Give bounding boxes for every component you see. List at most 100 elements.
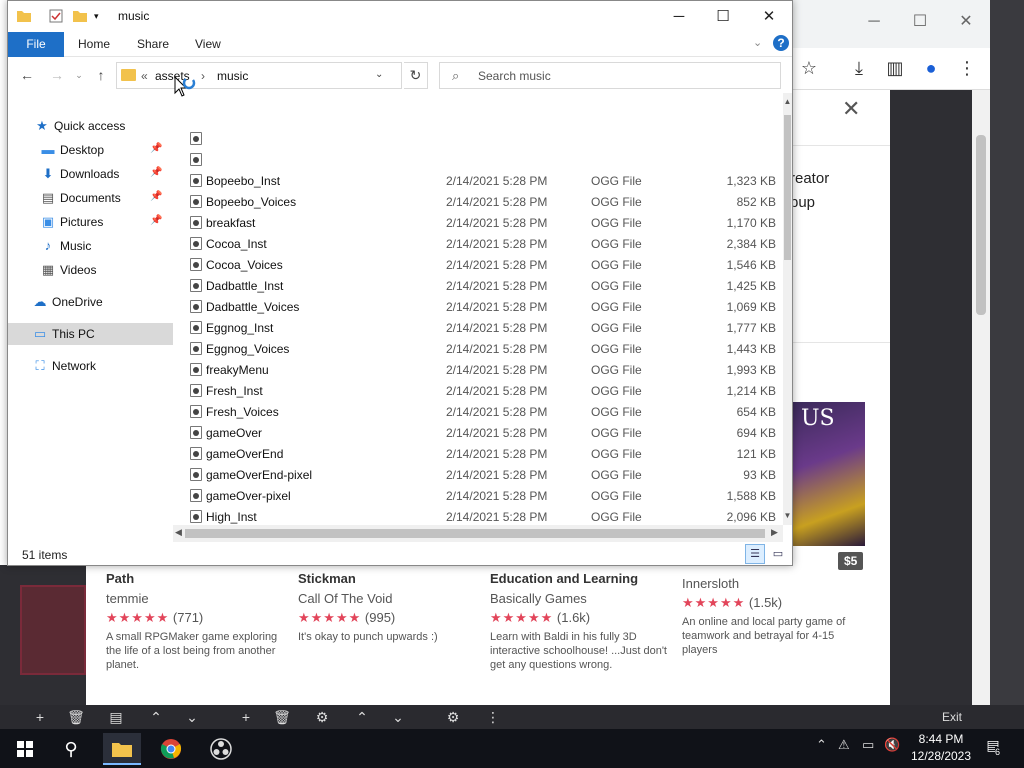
- trash-icon[interactable]: 🗑: [66, 707, 86, 727]
- chevron-up-icon[interactable]: ⌃: [352, 707, 372, 727]
- notification-center-icon[interactable]: ▤ 6: [982, 737, 1004, 759]
- computer-icon[interactable]: ▭: [862, 737, 874, 753]
- chrome-icon[interactable]: [152, 733, 190, 765]
- customize-dropdown-icon[interactable]: ▾: [94, 8, 110, 24]
- add-icon[interactable]: +: [30, 707, 50, 727]
- file-row[interactable]: gameOver-pixel 2/14/2021 5:28 PM OGG File 1…: [173, 485, 783, 506]
- file-row[interactable]: [173, 128, 783, 149]
- file-row[interactable]: High_Inst 2/14/2021 5:28 PM OGG File 2,096 …: [173, 506, 783, 525]
- profile-icon[interactable]: ●: [918, 55, 944, 81]
- file-row[interactable]: Fresh_Voices 2/14/2021 5:28 PM OGG File 654…: [173, 401, 783, 422]
- tab-view[interactable]: View: [195, 37, 221, 51]
- settings-icon[interactable]: ⚙: [443, 707, 463, 727]
- scroll-left-icon[interactable]: ◀: [175, 527, 182, 538]
- breadcrumb-overflow[interactable]: «: [141, 69, 148, 83]
- scroll-up-icon[interactable]: ▲: [783, 97, 792, 106]
- back-arrow-icon[interactable]: ←: [18, 66, 36, 84]
- pin-icon[interactable]: 📌: [150, 167, 162, 178]
- chevron-up-icon[interactable]: ⌃: [146, 707, 166, 727]
- download-icon[interactable]: ⤓: [846, 55, 872, 81]
- file-row[interactable]: freakyMenu 2/14/2021 5:28 PM OGG File 1,993…: [173, 359, 783, 380]
- pin-icon[interactable]: 📌: [150, 143, 162, 154]
- breadcrumb-separator[interactable]: ›: [201, 69, 205, 83]
- clock[interactable]: 8:44 PM 12/28/2023: [908, 731, 974, 765]
- forward-arrow-icon[interactable]: →: [48, 66, 66, 84]
- layout-icon[interactable]: ▤: [106, 707, 126, 727]
- file-row[interactable]: [173, 149, 783, 170]
- minimize-icon[interactable]: ─: [656, 1, 702, 32]
- scroll-down-icon[interactable]: ▼: [783, 511, 792, 520]
- sidebar-item-music[interactable]: ♪ Music: [8, 235, 173, 257]
- file-row[interactable]: Bopeebo_Voices 2/14/2021 5:28 PM OGG File 8…: [173, 191, 783, 212]
- file-row[interactable]: Eggnog_Voices 2/14/2021 5:28 PM OGG File 1,…: [173, 338, 783, 359]
- address-bar[interactable]: « assets › music ⌄: [116, 62, 402, 89]
- game-thumbnail[interactable]: [20, 585, 86, 675]
- exit-button[interactable]: Exit: [930, 707, 974, 727]
- game-card[interactable]: Education and Learning Basically Games ★…: [490, 570, 670, 672]
- vertical-scrollbar[interactable]: ▲ ▼: [783, 93, 792, 525]
- page-scroll-thumb[interactable]: [976, 135, 986, 315]
- sidebar-item-quick-access[interactable]: ★ Quick access: [8, 115, 173, 137]
- gear-icon[interactable]: ⚙: [312, 707, 332, 727]
- expand-ribbon-icon[interactable]: ⌄: [753, 36, 762, 49]
- page-scrollbar[interactable]: [972, 90, 990, 705]
- scroll-thumb[interactable]: [185, 529, 765, 538]
- new-folder-icon[interactable]: [72, 8, 88, 24]
- close-icon[interactable]: ✕: [952, 8, 980, 36]
- tab-share[interactable]: Share: [137, 37, 169, 51]
- horizontal-scrollbar[interactable]: ◀ ▶: [173, 525, 783, 542]
- search-input[interactable]: [478, 67, 768, 85]
- recent-dropdown-icon[interactable]: ⌄: [70, 66, 88, 84]
- game-author[interactable]: Innersloth: [682, 576, 872, 591]
- up-arrow-icon[interactable]: ↑: [92, 66, 110, 84]
- chevron-up-icon[interactable]: ⌃: [816, 737, 827, 753]
- file-explorer-taskbar-icon[interactable]: [103, 733, 141, 765]
- file-row[interactable]: Dadbattle_Voices 2/14/2021 5:28 PM OGG Fil…: [173, 296, 783, 317]
- tab-home[interactable]: Home: [78, 37, 110, 51]
- pin-icon[interactable]: 📌: [150, 215, 162, 226]
- sidebar-item-pictures[interactable]: ▣ Pictures 📌: [8, 211, 173, 233]
- menu-dots-icon[interactable]: ⋮: [954, 55, 980, 81]
- game-title[interactable]: Stickman: [298, 570, 478, 587]
- search-box[interactable]: ⌕: [439, 62, 781, 89]
- file-row[interactable]: gameOverEnd 2/14/2021 5:28 PM OGG File 121 …: [173, 443, 783, 464]
- volume-muted-icon[interactable]: 🔇: [884, 737, 900, 753]
- obs-icon[interactable]: [202, 733, 240, 765]
- network-status-icon[interactable]: ⚠: [838, 737, 850, 753]
- help-icon[interactable]: ?: [773, 35, 789, 51]
- bookmark-star-icon[interactable]: ☆: [796, 55, 822, 81]
- file-row[interactable]: Dadbattle_Inst 2/14/2021 5:28 PM OGG File 1…: [173, 275, 783, 296]
- sidebar-item-onedrive[interactable]: ☁ OneDrive: [8, 291, 173, 313]
- properties-icon[interactable]: [48, 8, 64, 24]
- scroll-thumb[interactable]: [784, 115, 791, 260]
- game-title[interactable]: Path: [106, 570, 286, 587]
- sidebar-item-network[interactable]: ⛶ Network: [8, 355, 173, 377]
- side-panel-icon[interactable]: ▥: [882, 55, 908, 81]
- close-icon[interactable]: ✕: [746, 1, 792, 32]
- maximize-icon[interactable]: ☐: [700, 1, 746, 32]
- sidebar-item-documents[interactable]: ▤ Documents 📌: [8, 187, 173, 209]
- chevron-down-icon[interactable]: ⌄: [388, 707, 408, 727]
- among-us-thumbnail[interactable]: US: [793, 402, 865, 546]
- details-view-icon[interactable]: ☰: [745, 544, 765, 564]
- minimize-icon[interactable]: ─: [860, 8, 888, 36]
- tab-file[interactable]: File: [8, 32, 64, 57]
- maximize-icon[interactable]: ☐: [906, 8, 934, 36]
- trash-icon[interactable]: 🗑: [272, 707, 292, 727]
- pin-icon[interactable]: 📌: [150, 191, 162, 202]
- game-author[interactable]: temmie: [106, 591, 286, 606]
- sidebar-item-videos[interactable]: ▦ Videos: [8, 259, 173, 281]
- file-row[interactable]: breakfast 2/14/2021 5:28 PM OGG File 1,170 …: [173, 212, 783, 233]
- add-icon[interactable]: +: [236, 707, 256, 727]
- breadcrumb-music[interactable]: music: [217, 69, 248, 83]
- windows-start-icon[interactable]: [6, 733, 44, 765]
- refresh-icon[interactable]: ↻: [404, 62, 428, 89]
- file-row[interactable]: Bopeebo_Inst 2/14/2021 5:28 PM OGG File 1,3…: [173, 170, 783, 191]
- sidebar-item-desktop[interactable]: ▬ Desktop 📌: [8, 139, 173, 161]
- sidebar-item-downloads[interactable]: ⬇ Downloads 📌: [8, 163, 173, 185]
- file-row[interactable]: gameOverEnd-pixel 2/14/2021 5:28 PM OGG Fi…: [173, 464, 783, 485]
- modal-close-icon[interactable]: ✕: [842, 96, 860, 122]
- file-row[interactable]: Eggnog_Inst 2/14/2021 5:28 PM OGG File 1,77…: [173, 317, 783, 338]
- game-card[interactable]: Path temmie ★★★★★ (771) A small RPGMaker…: [106, 570, 286, 672]
- game-author[interactable]: Call Of The Void: [298, 591, 478, 606]
